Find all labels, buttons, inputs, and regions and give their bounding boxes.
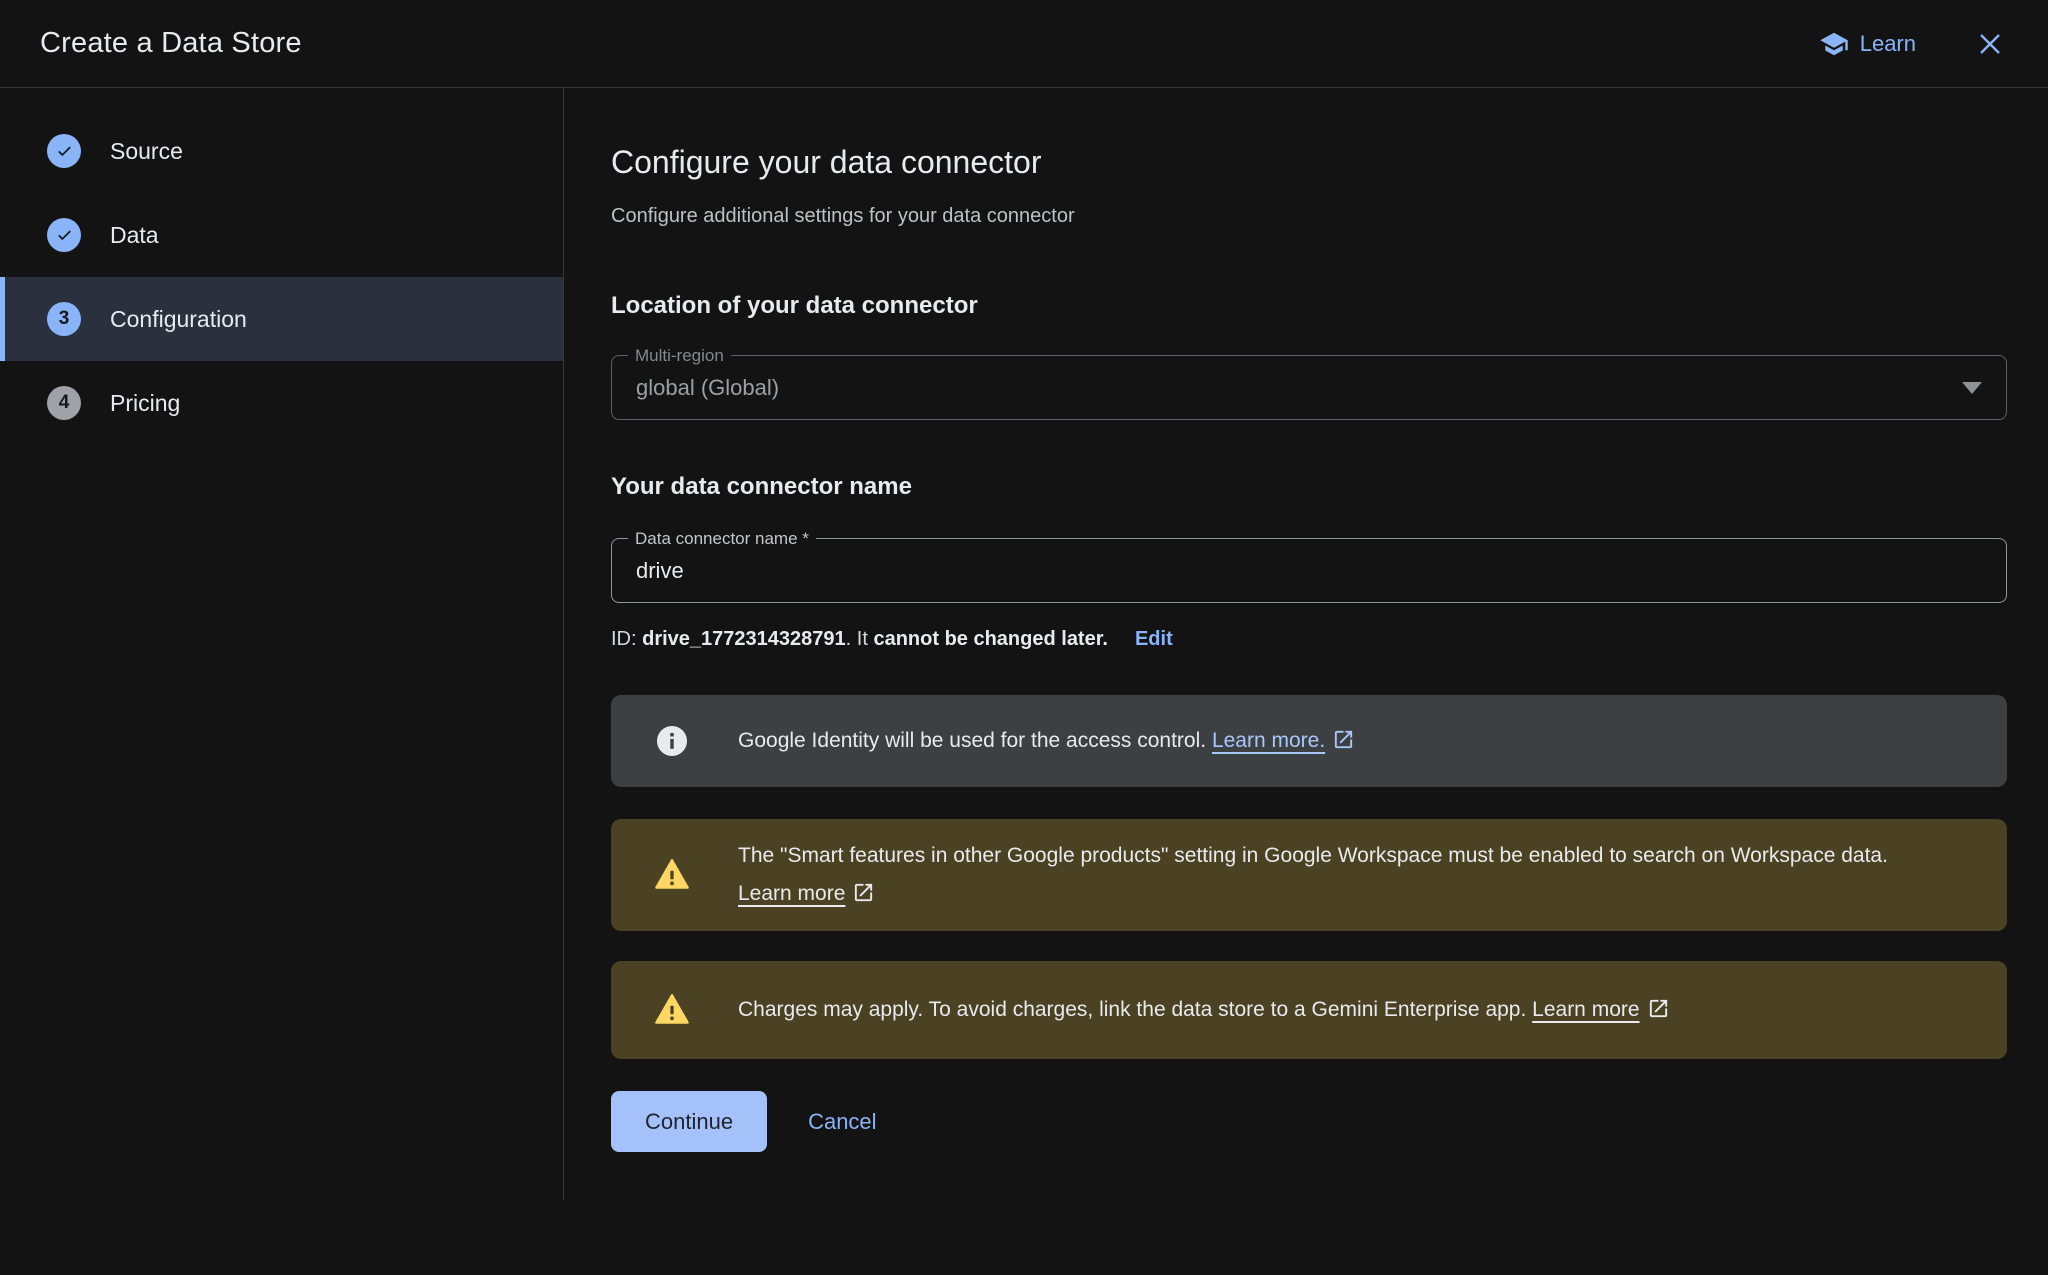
- multi-region-value: global (Global): [636, 375, 779, 401]
- step-label: Configuration: [110, 306, 247, 333]
- open-in-new-icon[interactable]: [852, 879, 875, 902]
- configuration-panel: Configure your data connector Configure …: [564, 88, 2048, 1200]
- page-subtitle: Configure additional settings for your d…: [611, 203, 2007, 229]
- stepper-item-pricing[interactable]: 4 Pricing: [0, 361, 563, 445]
- header-actions: Learn: [1819, 28, 2006, 60]
- dialog-body: Source Data 3 Configuration 4 Pricing Co…: [0, 88, 2048, 1200]
- info-banner-text: Google Identity will be used for the acc…: [738, 729, 1206, 752]
- step-complete-check-icon: [47, 134, 81, 168]
- location-section-heading: Location of your data connector: [611, 291, 2007, 321]
- step-number-badge: 4: [47, 386, 81, 420]
- graduation-cap-icon: [1819, 29, 1849, 59]
- step-complete-check-icon: [47, 218, 81, 252]
- identity-info-banner: Google Identity will be used for the acc…: [611, 695, 2007, 787]
- edit-id-link[interactable]: Edit: [1135, 628, 1173, 650]
- dropdown-arrow-icon: [1962, 382, 1982, 394]
- close-icon[interactable]: [1974, 28, 2006, 60]
- info-icon: [654, 723, 690, 759]
- learn-more-link[interactable]: Learn more.: [1212, 729, 1325, 752]
- step-label: Source: [110, 138, 183, 165]
- step-label: Pricing: [110, 390, 180, 417]
- dialog-title: Create a Data Store: [40, 27, 302, 60]
- connector-id: drive_1772314328791: [642, 628, 846, 650]
- continue-button[interactable]: Continue: [611, 1091, 767, 1152]
- stepper-sidebar: Source Data 3 Configuration 4 Pricing: [0, 88, 564, 1200]
- cancel-button[interactable]: Cancel: [808, 1109, 876, 1135]
- open-in-new-icon[interactable]: [1647, 995, 1670, 1018]
- connector-id-line: ID: drive_1772314328791. It cannot be ch…: [611, 628, 2007, 651]
- warning-icon: [654, 857, 690, 893]
- warning-icon: [654, 992, 690, 1028]
- warning-banner-text: Charges may apply. To avoid charges, lin…: [738, 998, 1526, 1021]
- form-actions: Continue Cancel: [611, 1091, 2007, 1152]
- dialog-header: Create a Data Store Learn: [0, 0, 2048, 88]
- multi-region-select[interactable]: Multi-region global (Global): [611, 355, 2007, 420]
- multi-region-label: Multi-region: [628, 346, 731, 365]
- step-number-badge: 3: [47, 302, 81, 336]
- stepper-item-configuration[interactable]: 3 Configuration: [0, 277, 563, 361]
- stepper-item-data[interactable]: Data: [0, 193, 563, 277]
- learn-more-link[interactable]: Learn more: [1532, 998, 1639, 1021]
- connector-name-field: Data connector name *: [611, 538, 2007, 603]
- stepper-item-source[interactable]: Source: [0, 109, 563, 193]
- learn-label: Learn: [1860, 31, 1916, 57]
- open-in-new-icon[interactable]: [1332, 726, 1355, 749]
- step-label: Data: [110, 222, 159, 249]
- learn-more-link[interactable]: Learn more: [738, 882, 845, 905]
- charges-warning-banner: Charges may apply. To avoid charges, lin…: [611, 961, 2007, 1059]
- learn-button[interactable]: Learn: [1819, 29, 1916, 59]
- name-section-heading: Your data connector name: [611, 472, 2007, 502]
- page-title: Configure your data connector: [611, 141, 2007, 183]
- workspace-warning-banner: The "Smart features in other Google prod…: [611, 819, 2007, 931]
- id-prefix: ID:: [611, 628, 642, 650]
- warning-banner-text: The "Smart features in other Google prod…: [738, 844, 1888, 867]
- connector-name-input[interactable]: [636, 558, 1982, 584]
- connector-name-label: Data connector name *: [628, 529, 816, 548]
